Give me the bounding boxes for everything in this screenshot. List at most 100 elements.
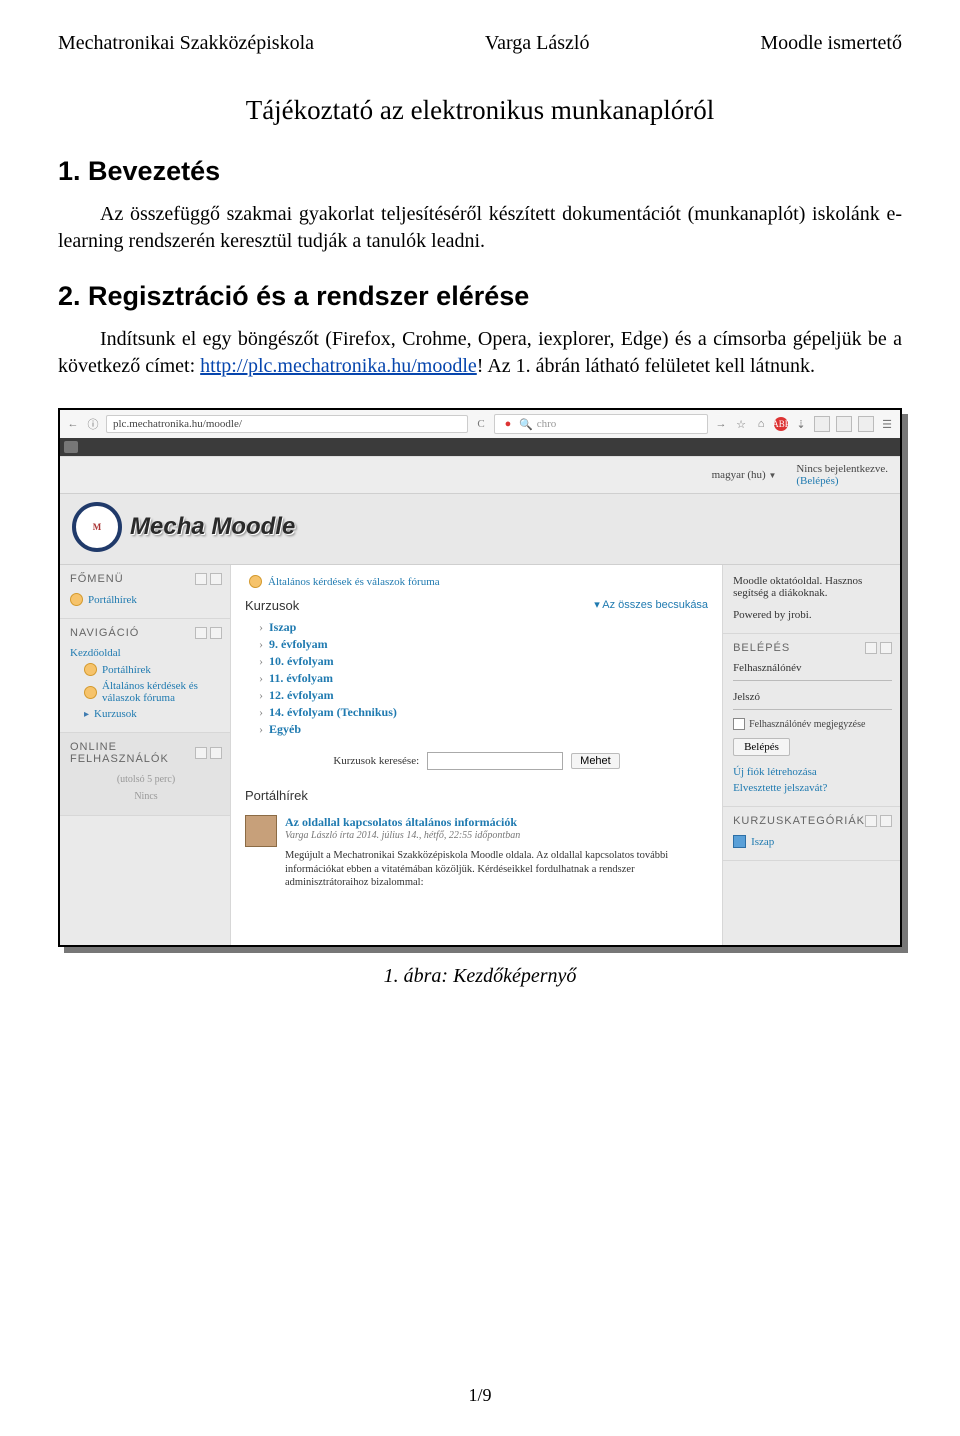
block-login: BELÉPÉS Felhasználónév Jelszó Felhasznál… [723, 634, 900, 807]
back-icon[interactable]: ← [66, 417, 80, 431]
block-dock-icon[interactable] [210, 627, 222, 639]
nav-kurzusok-link[interactable]: ▸ Kurzusok [70, 706, 222, 722]
search-placeholder: chro [537, 418, 557, 430]
block-dock-icon[interactable] [210, 747, 222, 759]
menu-icon[interactable]: ☰ [880, 417, 894, 431]
nav-item-label: Kezdőoldal [70, 647, 121, 659]
block-collapse-icon[interactable] [865, 815, 877, 827]
block-collapse-icon[interactable] [195, 627, 207, 639]
course-link[interactable]: 14. évfolyam (Technikus) [259, 704, 708, 721]
category-iszap-link[interactable]: Iszap [733, 833, 892, 850]
school-logo-icon: M [74, 504, 120, 550]
general-forum-link[interactable]: Általános kérdések és válaszok fóruma [245, 575, 708, 588]
fomenu-item-label: Portálhírek [88, 594, 137, 606]
document-title: Tájékoztató az elektronikus munkanaplóró… [58, 95, 902, 126]
moodle-url-link[interactable]: http://plc.mechatronika.hu/moodle [200, 355, 477, 377]
moodle-topbar: magyar (hu) ▼ Nincs bejelentkezve. (Belé… [60, 457, 900, 494]
book-icon [733, 835, 746, 848]
header-center: Varga László [485, 32, 590, 55]
left-column: FŐMENÜ Portálhírek NAVIGÁCIÓ [60, 565, 230, 945]
nav-item-label: Portálhírek [102, 664, 151, 676]
block-fomenu: FŐMENÜ Portálhírek [60, 565, 230, 619]
forum-link-label: Általános kérdések és válaszok fóruma [268, 576, 440, 588]
new-account-link[interactable]: Új fiók létrehozása [733, 764, 892, 780]
section-2-text-post: ! Az 1. ábrán látható felületet kell lát… [477, 355, 815, 377]
moodle-body: FŐMENÜ Portálhírek NAVIGÁCIÓ [60, 565, 900, 945]
news-meta: Varga László írta 2014. július 14., hétf… [285, 830, 708, 841]
nav-item-label: Általános kérdések és válaszok fóruma [102, 680, 222, 704]
bubble-icon [84, 686, 97, 699]
nav-item-label: Kurzusok [94, 708, 137, 720]
course-search: Kurzusok keresése: Mehet [245, 752, 708, 770]
block-navigacio: NAVIGÁCIÓ Kezdőoldal Portálhírek Általán… [60, 619, 230, 733]
header-left: Mechatronikai Szakközépiskola [58, 32, 314, 55]
news-title-link[interactable]: Az oldallal kapcsolatos általános inform… [285, 815, 708, 830]
bookmark-item[interactable] [64, 441, 78, 453]
chevron-down-icon: ▼ [768, 471, 776, 480]
news-item: Az oldallal kapcsolatos általános inform… [245, 809, 708, 890]
portalhirek-heading: Portálhírek [245, 788, 708, 803]
login-password-input[interactable] [733, 708, 892, 710]
bookmark-bar [60, 438, 900, 456]
block-categories: KURZUSKATEGÓRIÁK Iszap [723, 807, 900, 861]
login-username-label: Felhasználónév [733, 660, 892, 676]
nav-kezdooldal-link[interactable]: Kezdőoldal [70, 645, 222, 661]
course-link[interactable]: 12. évfolyam [259, 687, 708, 704]
block-dock-icon[interactable] [880, 642, 892, 654]
home-icon[interactable]: ⌂ [754, 417, 768, 431]
info-icon[interactable]: ⓘ [86, 417, 100, 431]
forgot-password-link[interactable]: Elvesztette jelszavát? [733, 780, 892, 796]
collapse-all-link[interactable]: ▾ Az összes becsukása [594, 598, 708, 611]
downloads-icon[interactable]: ⇣ [794, 417, 808, 431]
search-bar[interactable]: ● 🔍 chro [494, 414, 708, 434]
course-search-input[interactable] [427, 752, 563, 770]
header-right: Moodle ismertető [760, 32, 902, 55]
figure-caption: 1. ábra: Kezdőképernyő [58, 965, 902, 988]
login-link[interactable]: (Belépés) [796, 475, 838, 487]
kurzusok-heading-label: Kurzusok [245, 598, 299, 613]
block-collapse-icon[interactable] [195, 573, 207, 585]
nav-portalhirek-link[interactable]: Portálhírek [70, 661, 222, 678]
extension-3-icon[interactable] [858, 416, 874, 432]
fomenu-portalhirek-link[interactable]: Portálhírek [70, 591, 222, 608]
extension-1-icon[interactable] [814, 416, 830, 432]
address-bar[interactable]: plc.mechatronika.hu/moodle/ [106, 415, 468, 433]
bookmark-star-icon[interactable]: ☆ [734, 417, 748, 431]
course-link[interactable]: 9. évfolyam [259, 636, 708, 653]
right-column: Moodle oktatóoldal. Hasznos segítség a d… [723, 565, 900, 945]
online-sub: (utolsó 5 perc) [70, 771, 222, 788]
block-collapse-icon[interactable] [195, 747, 207, 759]
course-link[interactable]: Iszap [259, 619, 708, 636]
course-link[interactable]: 10. évfolyam [259, 653, 708, 670]
block-nav-title: NAVIGÁCIÓ [70, 627, 139, 639]
intro-line-1: Moodle oktatóoldal. Hasznos segítség a d… [733, 573, 892, 601]
login-username-input[interactable] [733, 679, 892, 681]
block-dock-icon[interactable] [880, 815, 892, 827]
moodle-banner: M Mecha Moodle [60, 494, 900, 565]
bubble-icon [84, 663, 97, 676]
nav-arrow-icon[interactable]: → [714, 417, 728, 431]
language-selector[interactable]: magyar (hu) ▼ [712, 469, 777, 481]
block-categories-title: KURZUSKATEGÓRIÁK [733, 815, 865, 827]
extension-2-icon[interactable] [836, 416, 852, 432]
browser-chrome: ← ⓘ plc.mechatronika.hu/moodle/ C ● 🔍 ch… [60, 410, 900, 457]
remember-checkbox[interactable]: Felhasználónév megjegyzése [733, 718, 892, 730]
block-dock-icon[interactable] [210, 573, 222, 585]
figure-1: ← ⓘ plc.mechatronika.hu/moodle/ C ● 🔍 ch… [58, 408, 902, 988]
login-button[interactable]: Belépés [733, 738, 790, 756]
section-1-paragraph: Az összefüggő szakmai gyakorlat teljesít… [58, 201, 902, 255]
reload-icon[interactable]: C [474, 417, 488, 431]
course-link[interactable]: 11. évfolyam [259, 670, 708, 687]
block-login-title: BELÉPÉS [733, 642, 790, 654]
course-list: Iszap 9. évfolyam 10. évfolyam 11. évfol… [245, 619, 708, 738]
course-link[interactable]: Egyéb [259, 721, 708, 738]
middle-column: Általános kérdések és válaszok fóruma Ku… [230, 565, 723, 945]
course-search-button[interactable]: Mehet [571, 753, 620, 769]
bubble-icon [70, 593, 83, 606]
nav-forum-link[interactable]: Általános kérdések és válaszok fóruma [70, 678, 222, 706]
block-intro: Moodle oktatóoldal. Hasznos segítség a d… [723, 565, 900, 634]
block-collapse-icon[interactable] [865, 642, 877, 654]
extension-badge-icon[interactable]: ABP [774, 417, 788, 431]
login-status: Nincs bejelentkezve. (Belépés) [796, 463, 888, 487]
section-2-paragraph: Indítsunk el egy böngészőt (Firefox, Cro… [58, 326, 902, 380]
